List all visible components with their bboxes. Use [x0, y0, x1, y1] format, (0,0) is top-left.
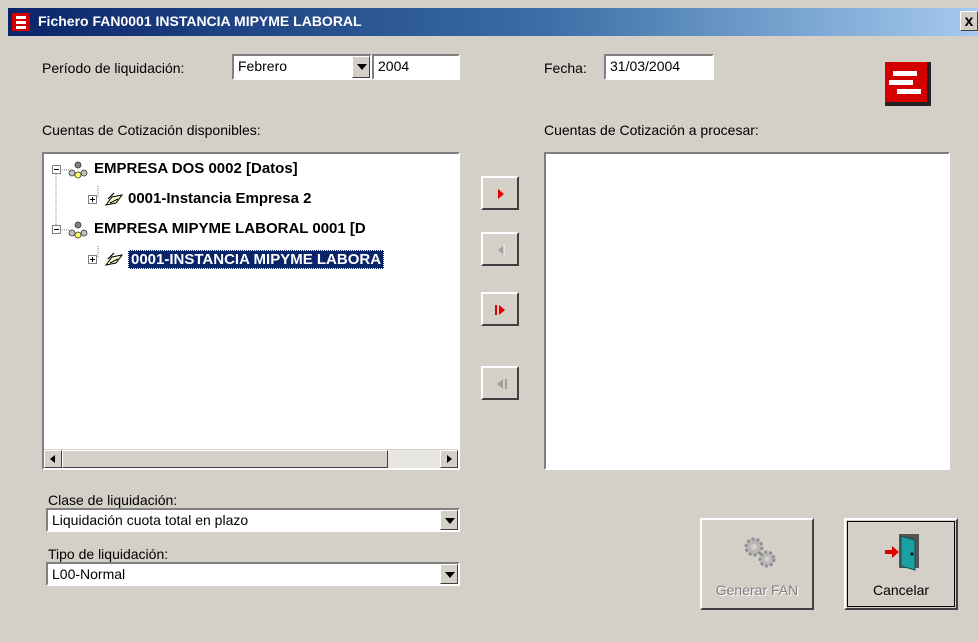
scroll-right-icon[interactable]	[440, 450, 458, 468]
chevron-down-icon[interactable]	[440, 564, 458, 584]
year-input[interactable]: 2004	[372, 54, 460, 80]
tipo-label: Tipo de liquidación:	[48, 546, 169, 562]
process-accounts-label: Cuentas de Cotización a procesar:	[544, 122, 759, 138]
tree-item-empresa-dos[interactable]: EMPRESA DOS 0002 [Datos]	[52, 158, 452, 182]
dialog-window: Fichero FAN0001 INSTANCIA MIPYME LABORAL…	[0, 0, 978, 642]
year-input-value: 2004	[378, 58, 410, 74]
move-right-icon	[498, 189, 504, 199]
scroll-thumb[interactable]	[62, 450, 388, 468]
tree-item-instancia-empresa-2[interactable]: 0001-Instancia Empresa 2	[52, 188, 452, 212]
clase-select[interactable]: Liquidación cuota total en plazo	[46, 508, 460, 532]
generar-fan-button[interactable]: Generar FAN	[700, 518, 814, 610]
expand-icon[interactable]	[88, 255, 97, 264]
available-accounts-tree[interactable]: EMPRESA DOS 0002 [Datos] 0001-Instancia …	[42, 152, 460, 470]
fecha-label: Fecha:	[544, 60, 587, 76]
account-icon	[104, 192, 124, 206]
add-all-button[interactable]	[481, 292, 519, 326]
month-select-value: Febrero	[238, 58, 288, 74]
company-logo	[885, 62, 931, 106]
add-one-button[interactable]	[481, 176, 519, 210]
chevron-down-icon[interactable]	[440, 510, 458, 530]
title-bar[interactable]: Fichero FAN0001 INSTANCIA MIPYME LABORAL…	[8, 8, 978, 36]
move-all-right-icon	[495, 305, 505, 315]
remove-all-button[interactable]	[481, 366, 519, 400]
account-icon	[104, 252, 124, 266]
window-title: Fichero FAN0001 INSTANCIA MIPYME LABORAL	[38, 13, 362, 29]
tipo-select-value: L00-Normal	[52, 566, 126, 582]
exit-door-icon	[885, 534, 919, 571]
remove-one-button[interactable]	[481, 232, 519, 266]
tree-item-instancia-mipyme[interactable]: 0001-INSTANCIA MIPYME LABORA	[52, 248, 452, 272]
tree-item-label: 0001-Instancia Empresa 2	[128, 190, 312, 207]
clase-label: Clase de liquidación:	[48, 492, 178, 508]
move-all-left-icon	[497, 379, 507, 389]
tipo-select[interactable]: L00-Normal	[46, 562, 460, 586]
horizontal-scrollbar[interactable]	[44, 449, 458, 468]
month-select[interactable]: Febrero	[232, 54, 372, 80]
fecha-input-value: 31/03/2004	[610, 58, 681, 74]
process-accounts-list[interactable]	[544, 152, 950, 470]
scroll-left-icon[interactable]	[44, 450, 62, 468]
generar-fan-label: Generar FAN	[715, 582, 799, 598]
collapse-icon[interactable]	[52, 225, 61, 234]
tree-item-label-selected: 0001-INSTANCIA MIPYME LABORA	[128, 250, 385, 269]
tree-item-label: EMPRESA DOS 0002 [Datos]	[94, 160, 298, 177]
move-left-icon	[498, 245, 505, 255]
tree-item-empresa-mipyme[interactable]: EMPRESA MIPYME LABORAL 0001 [D	[52, 218, 452, 242]
gears-icon	[744, 537, 776, 568]
fecha-input[interactable]: 31/03/2004	[604, 54, 714, 80]
app-icon	[12, 13, 30, 31]
tree-item-label: EMPRESA MIPYME LABORAL 0001 [D	[94, 220, 366, 237]
cancelar-label: Cancelar	[872, 582, 930, 598]
cancelar-button[interactable]: Cancelar	[844, 518, 958, 610]
periodo-label: Período de liquidación:	[42, 60, 185, 76]
available-accounts-label: Cuentas de Cotización disponibles:	[42, 122, 261, 138]
chevron-down-icon[interactable]	[352, 56, 370, 78]
close-button[interactable]: x	[960, 11, 978, 31]
expand-icon[interactable]	[88, 195, 97, 204]
clase-select-value: Liquidación cuota total en plazo	[52, 512, 249, 528]
company-icon	[68, 161, 88, 179]
company-icon	[68, 221, 88, 239]
collapse-icon[interactable]	[52, 165, 61, 174]
